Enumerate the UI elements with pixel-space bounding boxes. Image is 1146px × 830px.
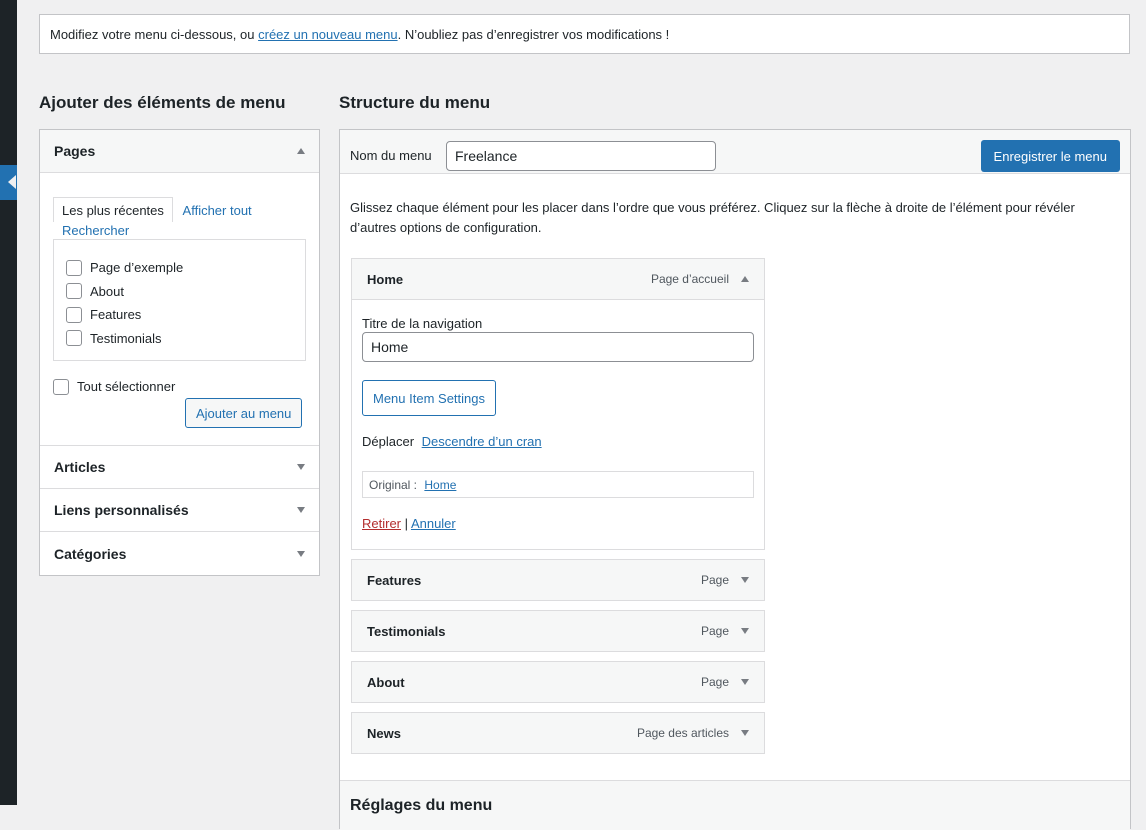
move-label: Déplacer — [362, 434, 414, 449]
page-checkbox[interactable]: Page d’exemple — [66, 256, 293, 280]
save-menu-button[interactable]: Enregistrer le menu — [981, 140, 1120, 172]
add-items-panel: Pages Les plus récentes Afficher tout Re… — [39, 129, 320, 576]
checkbox[interactable] — [66, 330, 82, 346]
menu-item[interactable]: Features Page — [351, 559, 765, 601]
categories-section-header[interactable]: Catégories — [40, 532, 319, 575]
page-label: Page d’exemple — [90, 260, 183, 275]
checkbox[interactable] — [66, 307, 82, 323]
item-title: Testimonials — [367, 624, 446, 639]
remove-link[interactable]: Retirer — [362, 516, 401, 531]
expand-arrow-icon[interactable] — [297, 551, 305, 557]
articles-section-header[interactable]: Articles — [40, 446, 319, 489]
item-title: Home — [367, 272, 403, 287]
original-link-box: Original : Home — [362, 471, 754, 498]
item-type: Page — [701, 624, 729, 638]
collapse-arrow-icon[interactable] — [741, 276, 749, 282]
page-label: About — [90, 284, 124, 299]
item-title: News — [367, 726, 401, 741]
create-menu-link[interactable]: créez un nouveau menu — [258, 27, 397, 42]
checkbox[interactable] — [53, 379, 69, 395]
move-down-link[interactable]: Descendre d’un cran — [422, 434, 542, 449]
pages-title: Pages — [54, 143, 95, 159]
menu-item-settings: Titre de la navigation Home Menu Item Se… — [351, 300, 765, 550]
nav-label: Titre de la navigation — [362, 316, 482, 331]
notice-text-end: . N’oubliez pas d’enregistrer vos modifi… — [398, 27, 670, 42]
menu-item[interactable]: News Page des articles — [351, 712, 765, 754]
menu-item-settings-button[interactable]: Menu Item Settings — [362, 380, 496, 416]
collapse-arrow-icon[interactable] — [297, 148, 305, 154]
pages-list: Page d’exemple About Features Testimonia… — [53, 239, 306, 361]
menu-name-input[interactable]: Freelance — [446, 141, 716, 171]
menu-structure-panel: Nom du menu Freelance Enregistrer le men… — [339, 129, 1131, 829]
notice-text: Modifiez votre menu ci-dessous, ou — [50, 27, 258, 42]
expand-arrow-icon[interactable] — [297, 507, 305, 513]
cancel-link[interactable]: Annuler — [411, 516, 456, 531]
tab-search[interactable]: Rechercher — [62, 223, 129, 238]
page-checkbox[interactable]: Testimonials — [66, 327, 293, 351]
tab-show-all[interactable]: Afficher tout — [183, 203, 252, 218]
page-label: Features — [90, 307, 141, 322]
expand-arrow-icon[interactable] — [741, 577, 749, 583]
original-label: Original : — [369, 478, 417, 492]
section-title: Articles — [54, 459, 105, 475]
tab-recent[interactable]: Les plus récentes — [53, 197, 173, 222]
nav-label-input[interactable]: Home — [362, 332, 754, 362]
item-type: Page — [701, 675, 729, 689]
notice: Modifiez votre menu ci-dessous, ou créez… — [39, 14, 1130, 54]
menu-settings-title: Réglages du menu — [350, 797, 492, 814]
expand-arrow-icon[interactable] — [741, 730, 749, 736]
instructions: Glissez chaque élément pour les placer d… — [350, 198, 1120, 238]
expand-arrow-icon[interactable] — [741, 679, 749, 685]
menu-item[interactable]: Testimonials Page — [351, 610, 765, 652]
separator: | — [405, 516, 408, 531]
add-to-menu-button[interactable]: Ajouter au menu — [185, 398, 302, 428]
page-checkbox[interactable]: About — [66, 280, 293, 304]
structure-title: Structure du menu — [339, 93, 490, 113]
item-title: Features — [367, 573, 421, 588]
item-type: Page d’accueil — [651, 272, 729, 286]
select-all-label: Tout sélectionner — [77, 379, 175, 394]
checkbox[interactable] — [66, 260, 82, 276]
custom-links-section-header[interactable]: Liens personnalisés — [40, 489, 319, 532]
menu-settings-header: Réglages du menu — [340, 780, 1130, 830]
page-label: Testimonials — [90, 331, 162, 346]
current-menu-indicator — [0, 165, 17, 200]
pages-section-header[interactable]: Pages — [40, 130, 319, 173]
expand-arrow-icon[interactable] — [297, 464, 305, 470]
item-type: Page — [701, 573, 729, 587]
section-title: Catégories — [54, 546, 126, 562]
menu-name-label: Nom du menu — [350, 148, 432, 163]
add-items-title: Ajouter des éléments de menu — [39, 93, 286, 113]
checkbox[interactable] — [66, 283, 82, 299]
item-type: Page des articles — [637, 726, 729, 740]
original-link[interactable]: Home — [424, 478, 456, 492]
admin-sidebar — [0, 0, 17, 805]
select-all-checkbox[interactable]: Tout sélectionner — [53, 375, 306, 399]
expand-arrow-icon[interactable] — [741, 628, 749, 634]
section-title: Liens personnalisés — [54, 502, 189, 518]
menu-item[interactable]: About Page — [351, 661, 765, 703]
page-checkbox[interactable]: Features — [66, 303, 293, 327]
item-title: About — [367, 675, 405, 690]
menu-item-home[interactable]: Home Page d’accueil — [351, 258, 765, 300]
